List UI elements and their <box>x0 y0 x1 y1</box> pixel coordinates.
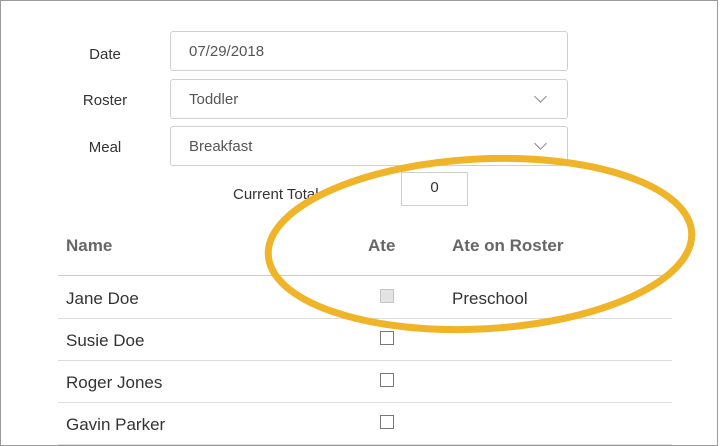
current-total-field: 0 <box>401 172 468 206</box>
date-input[interactable]: 07/29/2018 <box>170 31 568 71</box>
roster-label: Roster <box>82 92 128 109</box>
ate-checkbox[interactable] <box>380 415 394 429</box>
current-total-label: Current Total <box>233 186 319 203</box>
date-label: Date <box>89 46 121 63</box>
chevron-down-icon <box>534 137 547 150</box>
column-header-ate-on-roster: Ate on Roster <box>452 236 564 255</box>
meal-selected-value: Breakfast <box>189 137 253 155</box>
column-header-name: Name <box>66 236 113 255</box>
student-name: Gavin Parker <box>66 415 166 434</box>
meal-label: Meal <box>88 139 122 156</box>
table-row: Susie Doe <box>58 319 672 361</box>
table-row: Gavin Parker <box>58 403 672 445</box>
student-name: Jane Doe <box>66 289 139 308</box>
roster-select[interactable]: Toddler <box>170 79 568 119</box>
ate-checkbox[interactable] <box>380 331 394 345</box>
table-row: Jane Doe Preschool <box>58 277 672 319</box>
meal-select[interactable]: Breakfast <box>170 126 568 166</box>
ate-checkbox[interactable] <box>380 373 394 387</box>
chevron-down-icon <box>534 90 547 103</box>
column-header-ate: Ate <box>368 236 396 255</box>
roster-selected-value: Toddler <box>189 90 239 108</box>
ate-checkbox <box>380 289 394 303</box>
ate-on-roster-value: Preschool <box>452 289 528 308</box>
date-value: 07/29/2018 <box>189 42 265 60</box>
table-header-row <box>58 232 672 276</box>
table-row: Roger Jones <box>58 361 672 403</box>
student-name: Susie Doe <box>66 331 145 350</box>
student-name: Roger Jones <box>66 373 163 392</box>
